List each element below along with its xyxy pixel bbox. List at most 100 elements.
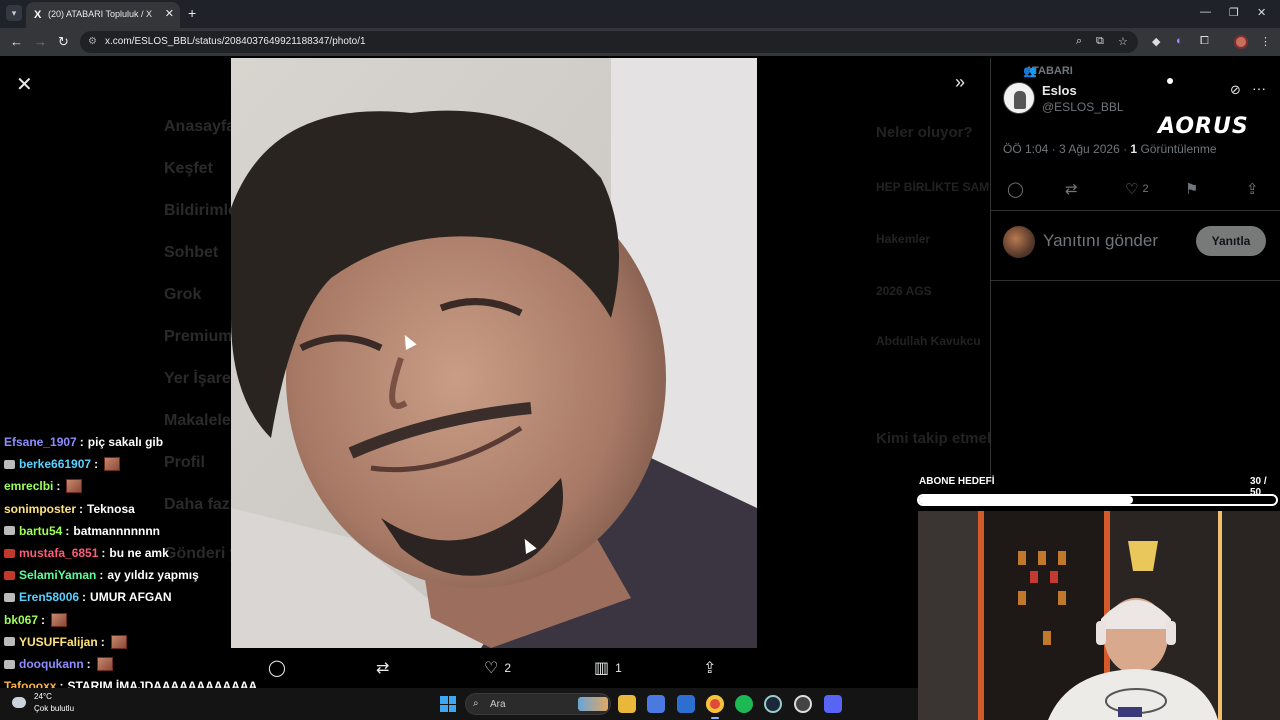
chat-username[interactable]: mustafa_6851	[19, 546, 98, 560]
chat-username[interactable]: SelamiYaman	[19, 568, 96, 582]
chat-username[interactable]: dooqukann	[19, 657, 84, 671]
extension-icon[interactable]: ◆	[1152, 35, 1160, 48]
x-logo-icon: X	[34, 9, 42, 21]
chat-message: SelamiYaman: ay yıldız yapmış	[4, 566, 199, 584]
reload-icon[interactable]: ↻	[58, 34, 69, 50]
chat-badge-icon	[4, 526, 15, 536]
maximize-icon[interactable]: ❐	[1229, 6, 1239, 19]
install-app-icon[interactable]: ⧉	[1096, 35, 1104, 48]
windows-taskbar: 24°C Çok bulutlu ⌕ Ara	[0, 688, 918, 720]
background-trend-item: Neler oluyor?	[876, 124, 973, 141]
close-tab-icon[interactable]: ✕	[165, 7, 174, 20]
share-button[interactable]: ⇪	[703, 658, 716, 678]
chat-username[interactable]: sonimposter	[4, 502, 76, 516]
tweet-timestamp[interactable]: ÖÖ 1:04 · 3 Ağu 2026 ·	[1003, 142, 1130, 156]
profile-avatar[interactable]	[1234, 35, 1248, 49]
new-tab-button[interactable]: +	[188, 5, 196, 21]
weather-description[interactable]: Çok bulutlu	[34, 704, 74, 713]
zoom-icon[interactable]: ⌕	[1076, 35, 1082, 48]
tab-title: (20) ATABARI Topluluk / X	[48, 9, 153, 19]
chat-username[interactable]: bartu54	[19, 524, 62, 538]
goal-progress-bar	[917, 494, 1278, 506]
weather-temperature[interactable]: 24°C	[34, 692, 52, 701]
close-icon[interactable]: ✕	[16, 72, 33, 97]
bookmark-icon[interactable]: ⚑	[1185, 180, 1198, 198]
chrome-icon[interactable]	[706, 695, 724, 713]
panel-reply-icon[interactable]: ◯	[1007, 180, 1024, 198]
repost-button[interactable]: ⇄	[376, 658, 389, 678]
chat-username[interactable]: emreclbi	[4, 479, 53, 493]
live-dot	[1167, 78, 1173, 84]
bookmark-star-icon[interactable]: ☆	[1118, 35, 1128, 48]
background-trend-item: 2026 AGS	[876, 284, 932, 298]
chat-username[interactable]: berke661907	[19, 457, 91, 471]
chat-emote-icon	[110, 634, 127, 649]
mail-icon[interactable]	[677, 695, 695, 713]
chat-emote-icon	[104, 457, 121, 472]
chat-badge-icon	[4, 592, 15, 602]
reply-input[interactable]: Yanıtını gönder	[1043, 231, 1158, 251]
author-avatar[interactable]	[1003, 82, 1035, 114]
chrome-active-indicator	[711, 717, 719, 719]
reply-button[interactable]: ◯	[268, 658, 286, 678]
chat-separator: :	[94, 457, 99, 472]
chat-badge-icon	[4, 637, 15, 647]
like-button[interactable]: ♡ 2	[484, 658, 511, 678]
minimize-icon[interactable]: —	[1200, 6, 1211, 18]
aorus-logo: AORUS	[1158, 114, 1249, 139]
chat-separator: :	[99, 568, 104, 583]
views-button[interactable]: ▥ 1	[594, 658, 622, 678]
browser-tab[interactable]: X (20) ATABARI Topluluk / X ✕	[26, 2, 180, 28]
viewer-avatar	[1003, 226, 1035, 258]
cloud-icon[interactable]	[12, 697, 26, 708]
browser-menu-icon[interactable]: ⋮	[1260, 35, 1271, 48]
chat-separator: :	[100, 634, 105, 649]
author-name[interactable]: Eslos	[1042, 83, 1077, 98]
chat-username[interactable]: Efsane_1907	[4, 435, 77, 449]
chat-username[interactable]: Eren58006	[19, 590, 79, 604]
address-bar[interactable]: ⚙ x.com/ESLOS_BBL/status/208403764992118…	[80, 31, 1138, 53]
chat-separator: :	[79, 435, 84, 449]
extension-2-icon[interactable]: ◐	[1176, 35, 1183, 47]
author-handle[interactable]: @ESLOS_BBL	[1042, 100, 1124, 114]
panel-like-button[interactable]: ♡ 2	[1125, 180, 1149, 198]
chat-message: Efsane_1907: piç sakalı gib	[4, 433, 163, 451]
streamer-webcam	[918, 511, 1280, 720]
extensions-puzzle-icon[interactable]: ⧠	[1200, 35, 1209, 48]
search-placeholder: Ara	[490, 699, 506, 710]
reply-submit-button[interactable]: Yanıtla	[1196, 226, 1266, 256]
discord-icon[interactable]	[824, 695, 842, 713]
chat-text: ay yıldız yapmış	[107, 568, 199, 583]
panel-repost-icon[interactable]: ⇄	[1065, 180, 1078, 198]
taskbar-search[interactable]: ⌕ Ara	[465, 693, 611, 715]
more-options-icon[interactable]: ···	[1252, 80, 1266, 96]
analytics-icon: ▥	[594, 660, 610, 677]
store-icon[interactable]	[647, 695, 665, 713]
chat-emote-icon	[66, 479, 83, 494]
close-window-icon[interactable]: ✕	[1257, 6, 1266, 19]
spotify-icon[interactable]	[735, 695, 753, 713]
chat-text: UMUR AFGAN	[90, 590, 172, 605]
steam-icon[interactable]	[764, 695, 782, 713]
start-button[interactable]	[440, 696, 456, 712]
chat-username[interactable]: bk067	[4, 613, 38, 627]
photo-action-bar: ◯ ⇄ ♡ 2 ▥ 1 ⇪	[240, 656, 740, 682]
app-icon[interactable]	[794, 695, 812, 713]
grok-icon[interactable]: ⊘	[1230, 82, 1241, 98]
tab-search-button[interactable]: ▾	[6, 5, 22, 21]
chat-text: bu ne amk	[109, 546, 169, 560]
back-icon[interactable]: ←	[10, 34, 23, 49]
background-nav-item: Premium	[164, 328, 233, 345]
chat-message: bk067:	[4, 611, 68, 629]
forward-icon[interactable]: →	[34, 34, 47, 49]
tweet-photo[interactable]	[231, 58, 757, 648]
chat-text: batmannnnnnn	[73, 523, 161, 538]
collapse-panel-icon[interactable]: »	[955, 72, 965, 93]
file-explorer-icon[interactable]	[618, 695, 636, 713]
panel-share-icon[interactable]: ⇪	[1246, 180, 1259, 198]
goal-progress-fill	[919, 496, 1134, 504]
site-info-icon[interactable]: ⚙	[88, 36, 97, 47]
chat-username[interactable]: YUSUFFalijan	[19, 635, 98, 649]
views-label: Görüntülenme	[1137, 142, 1217, 156]
heart-icon: ♡	[484, 660, 499, 677]
